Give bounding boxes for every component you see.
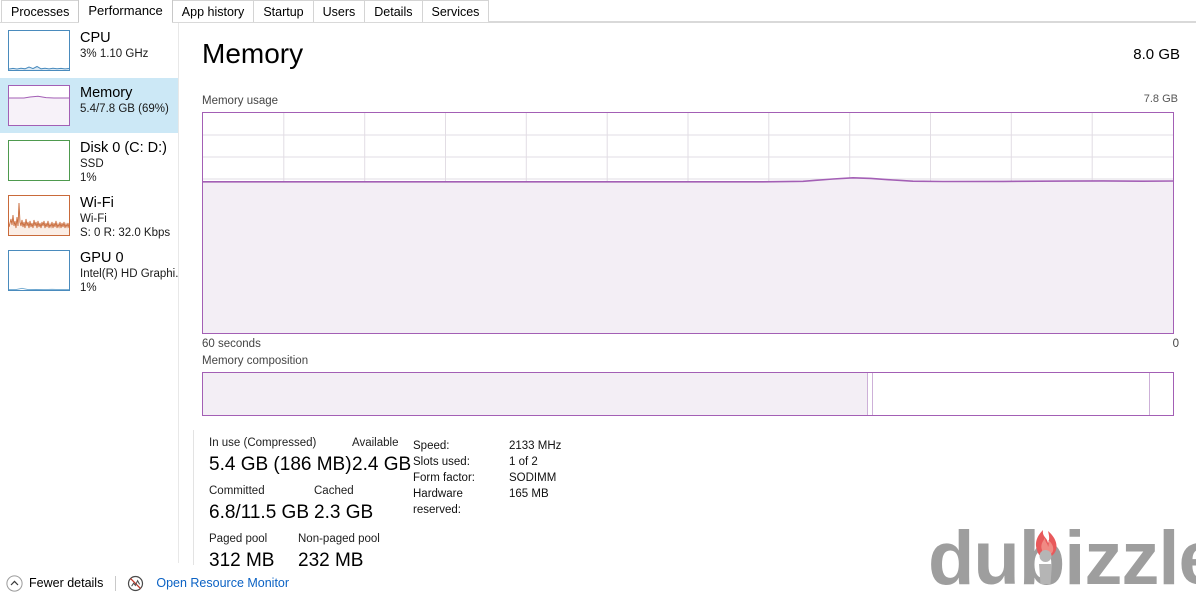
tab-label: Performance [88,2,163,18]
detail-key: Form factor: [413,472,475,484]
sidebar-item-memory-text: Memory 5.4/7.8 GB (69%) [80,85,169,116]
fewer-details-button[interactable]: Fewer details [6,574,104,592]
footer-bar: Fewer details Open Resource Monitor [0,566,1196,600]
composition-segment-free[interactable] [1149,373,1173,415]
stat-hardware-details: Speed: 2133 MHz Slots used: 1 of 2 Form … [413,438,561,518]
composition-segment-in-use[interactable] [203,373,868,415]
sidebar-item-title: GPU 0 [80,250,124,266]
sidebar-item-gpu0[interactable]: GPU 0 Intel(R) HD Graphi... 1% [0,243,178,298]
stat-label: Committed [209,485,265,497]
tab-startup[interactable]: Startup [253,0,314,22]
open-resource-monitor-link[interactable]: Open Resource Monitor [127,575,289,592]
memory-composition-label: Memory composition [202,355,309,367]
tab-strip: Processes Performance App history Startu… [0,0,1196,23]
sidebar-item-subtitle: 3% 1.10 GHz [80,48,149,60]
stat-label: Non-paged pool [298,533,380,545]
memory-usage-graph[interactable] [202,112,1174,334]
graph-time-label: 60 seconds [202,338,261,350]
stat-value: 2.4 GB [352,454,412,475]
sidebar-item-cpu-text: CPU 3% 1.10 GHz [80,30,148,61]
composition-segment-standby[interactable] [872,373,1149,415]
memory-stats: In use (Compressed) 5.4 GB (186 MB) Avai… [193,430,1193,571]
sidebar-item-subtitle: Intel(R) HD Graphi... [80,268,178,280]
sidebar-item-title: Memory [80,85,133,101]
task-manager-window: Processes Performance App history Startu… [0,0,1196,600]
memory-composition-bar[interactable] [202,372,1174,416]
tab-label: Users [322,4,356,19]
sidebar-item-subtitle: Wi-Fi [80,213,107,225]
stat-value: 5.4 GB (186 MB) [209,454,352,475]
stat-available: Available 2.4 GB [352,436,411,478]
sidebar-item-title: Wi-Fi [80,195,114,211]
detail-key: Speed: [413,440,450,452]
sidebar-item-title: Disk 0 (C: D:) [80,140,167,156]
tab-strip-filler [488,0,1196,22]
detail-value: 1 of 2 [509,456,538,468]
tab-label: Startup [263,4,304,19]
stat-label: Paged pool [209,533,268,545]
sidebar-item-wifi-text: Wi-Fi Wi-Fi S: 0 R: 32.0 Kbps [80,195,170,240]
stat-value: 2.3 GB [314,502,374,523]
sidebar-item-title: CPU [80,30,111,46]
resource-sidebar: CPU 3% 1.10 GHz Memory 5.4/7.8 GB (69%) [0,23,179,563]
tab-details[interactable]: Details [364,0,423,22]
tab-label: Services [431,4,480,19]
stat-in-use: In use (Compressed) 5.4 GB (186 MB) [209,436,352,478]
open-resource-monitor-label: Open Resource Monitor [156,576,290,590]
sidebar-item-disk0[interactable]: Disk 0 (C: D:) SSD 1% [0,133,178,188]
chevron-up-circle-icon [6,574,23,592]
footer-divider [115,575,117,591]
tab-label: Details [374,4,413,19]
stat-label: In use (Compressed) [209,437,317,449]
tab-users[interactable]: Users [312,0,366,22]
sidebar-item-disk0-text: Disk 0 (C: D:) SSD 1% [80,140,167,185]
detail-key: Hardware reserved: [413,488,463,516]
detail-row-speed: Speed: 2133 MHz [413,438,561,454]
graph-scale-max-label: 7.8 GB [1143,93,1178,105]
sidebar-item-subtitle: 5.4/7.8 GB (69%) [80,103,169,115]
sidebar-item-gpu0-text: GPU 0 Intel(R) HD Graphi... 1% [80,250,178,295]
resource-monitor-icon [127,575,144,592]
gpu-thumbnail-icon [8,250,70,291]
memory-thumbnail-icon [8,85,70,126]
stat-label: Available [352,437,399,449]
wifi-thumbnail-icon [8,195,70,236]
sidebar-item-subtitle-2: 1% [80,172,97,184]
tab-label: Processes [11,4,70,19]
stat-committed: Committed 6.8/11.5 GB [209,484,309,526]
sidebar-item-subtitle-2: S: 0 R: 32.0 Kbps [80,227,171,239]
stat-cached: Cached 2.3 GB [314,484,373,526]
tab-services[interactable]: Services [421,0,490,22]
sidebar-item-subtitle-2: 1% [80,282,97,294]
memory-usage-label: Memory usage [202,95,279,107]
stat-value: 6.8/11.5 GB [209,502,309,523]
tab-label: App history [181,4,245,19]
total-memory-label: 8.0 GB [1133,46,1180,63]
detail-value: 165 MB [509,488,549,500]
sidebar-item-cpu[interactable]: CPU 3% 1.10 GHz [0,23,178,78]
tab-processes[interactable]: Processes [1,0,80,22]
graph-zero-label: 0 [1172,338,1179,350]
memory-usage-area [203,177,1173,333]
detail-row-form-factor: Form factor: SODIMM [413,470,561,486]
detail-row-hardware-reserved: Hardware reserved: 165 MB [413,486,561,518]
detail-value: 2133 MHz [509,440,562,452]
sidebar-item-subtitle: SSD [80,158,104,170]
fewer-details-label: Fewer details [29,576,104,590]
detail-row-slots-used: Slots used: 1 of 2 [413,454,561,470]
page-title: Memory [202,38,304,69]
stat-label: Cached [314,485,354,497]
sidebar-item-wifi[interactable]: Wi-Fi Wi-Fi S: 0 R: 32.0 Kbps [0,188,178,243]
tab-app-history[interactable]: App history [171,0,255,22]
cpu-thumbnail-icon [8,30,70,71]
tab-performance[interactable]: Performance [78,0,173,23]
memory-detail-panel: Memory 8.0 GB Memory usage 7.8 GB 60 sec… [179,23,1196,571]
detail-key: Slots used: [413,456,470,468]
memory-usage-graph-svg [203,113,1173,333]
detail-value: SODIMM [509,472,557,484]
disk-thumbnail-icon [8,140,70,181]
sidebar-item-memory[interactable]: Memory 5.4/7.8 GB (69%) [0,78,178,133]
